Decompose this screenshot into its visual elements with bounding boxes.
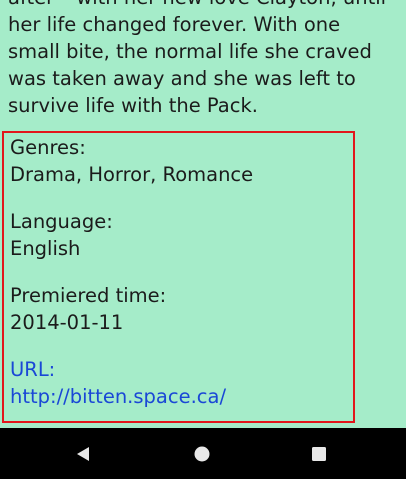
url-link[interactable]: http://bitten.space.ca/ [10, 383, 226, 410]
language-value: English [10, 237, 81, 260]
show-synopsis: after – with her new love Clayton, until… [8, 0, 400, 119]
url-label: URL: [10, 358, 56, 381]
language-field: Language: English [10, 208, 113, 262]
home-button[interactable] [172, 428, 232, 479]
premiered-label: Premiered time: [10, 284, 167, 307]
language-label: Language: [10, 210, 113, 233]
show-info-box: Genres: Drama, Horror, Romance Language:… [2, 131, 355, 423]
genres-label: Genres: [10, 136, 86, 159]
url-field[interactable]: URL: http://bitten.space.ca/ [10, 356, 226, 410]
synopsis-line: her life changed forever. With one [8, 13, 341, 36]
genres-field: Genres: Drama, Horror, Romance [10, 134, 253, 188]
recents-button[interactable] [289, 428, 349, 479]
back-button[interactable] [53, 428, 113, 479]
home-circle-icon [194, 446, 210, 461]
synopsis-line: was taken away and she was left to [8, 67, 356, 90]
synopsis-line: small bite, the normal life she craved [8, 40, 372, 63]
synopsis-line: after – with her new love Clayton, until [8, 0, 400, 11]
back-triangle-icon [77, 446, 89, 461]
show-detail-content: after – with her new love Clayton, until… [0, 0, 406, 428]
synopsis-line: survive life with the Pack. [8, 94, 258, 117]
premiered-value: 2014-01-11 [10, 311, 124, 334]
recents-square-icon [312, 446, 326, 461]
system-navigation-bar [0, 428, 406, 479]
premiered-field: Premiered time: 2014-01-11 [10, 282, 166, 336]
genres-value: Drama, Horror, Romance [10, 163, 254, 186]
